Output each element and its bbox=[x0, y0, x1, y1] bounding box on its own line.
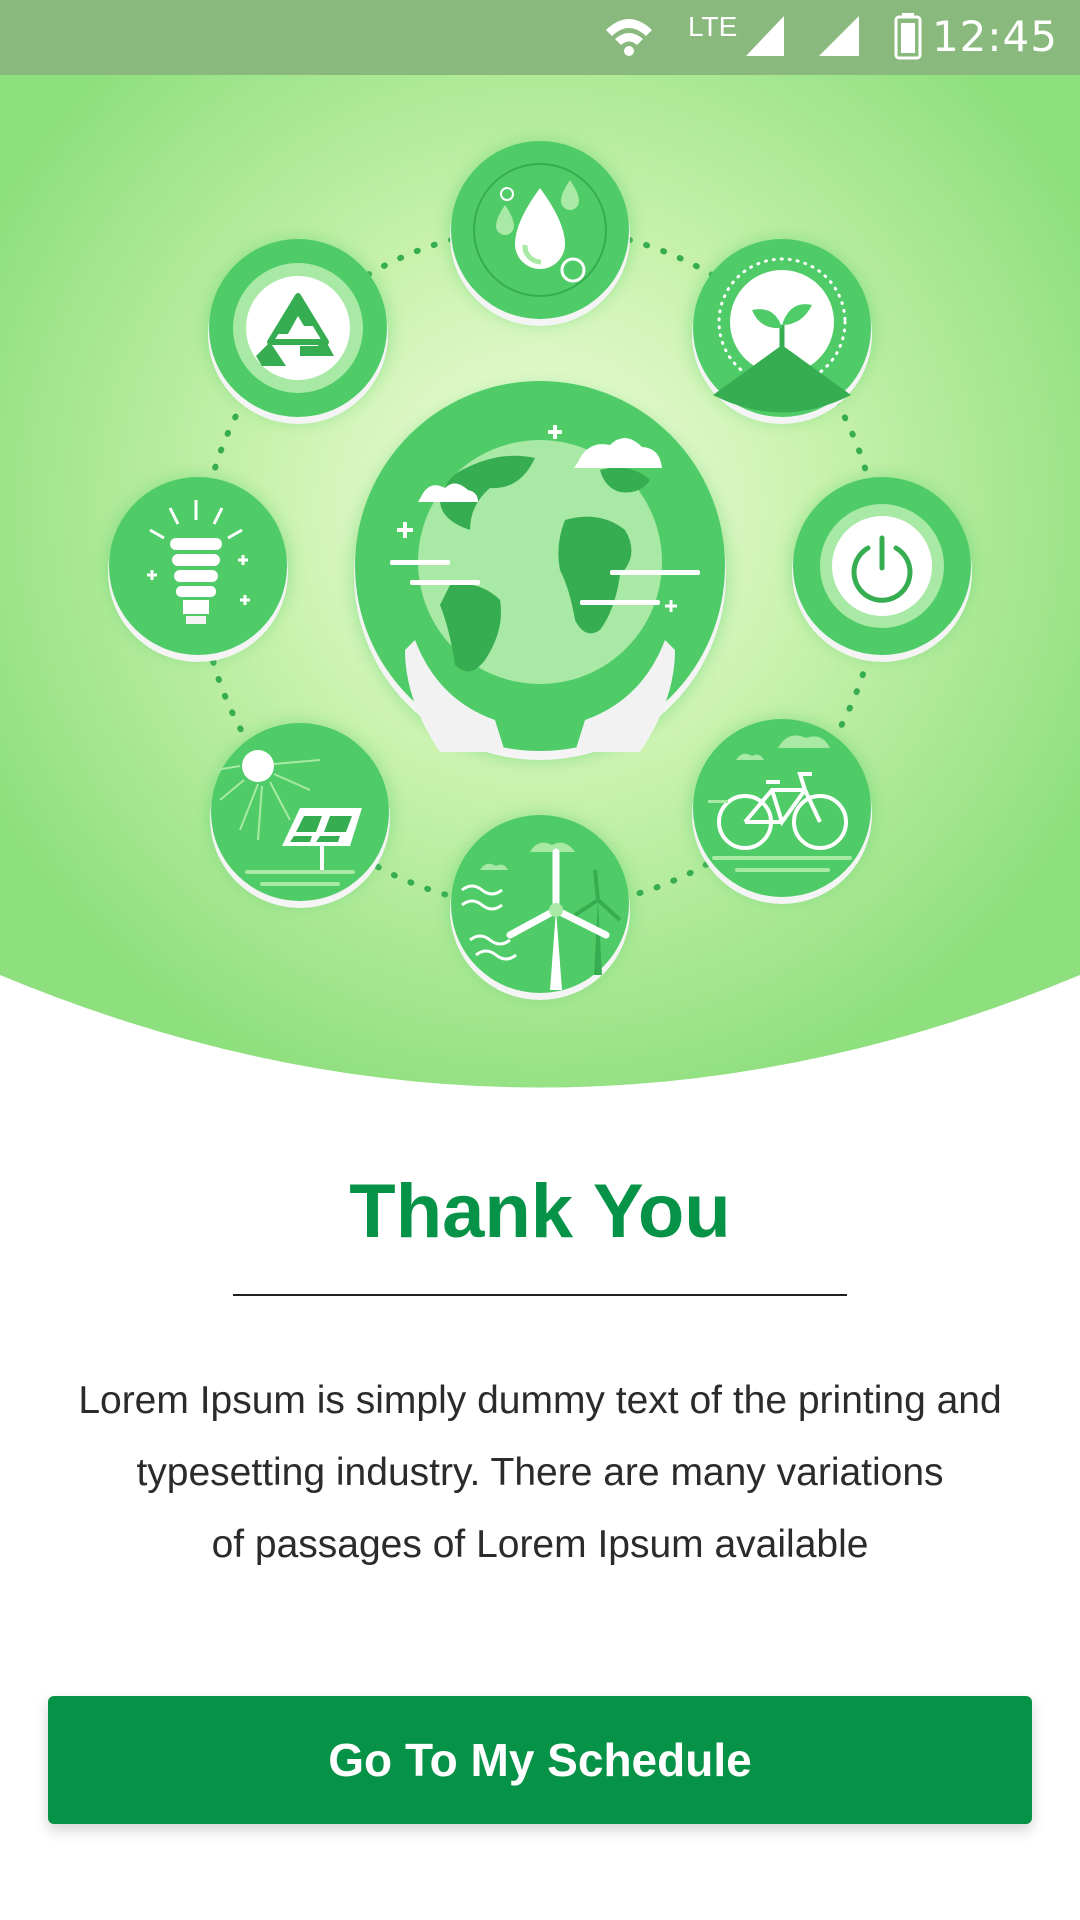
wifi-icon bbox=[606, 19, 652, 56]
clock: 12:45 bbox=[931, 12, 1058, 61]
signal-icon bbox=[746, 16, 784, 56]
recycle-icon bbox=[206, 238, 390, 424]
title-divider bbox=[233, 1294, 847, 1296]
thank-you-screen: LTE 12:45 Thank You Lorem Ipsum is simpl… bbox=[0, 0, 1080, 1920]
go-to-schedule-button[interactable]: Go To My Schedule bbox=[48, 1696, 1032, 1824]
description-line: Lorem Ipsum is simply dummy text of the … bbox=[78, 1379, 1002, 1422]
bicycle-icon bbox=[690, 718, 874, 904]
description-line: typesetting industry. There are many var… bbox=[136, 1451, 944, 1494]
power-icon bbox=[790, 476, 974, 662]
eco-illustration bbox=[0, 75, 1080, 1088]
wind-turbine-icon bbox=[448, 814, 632, 1000]
light-bulb-icon bbox=[106, 476, 290, 662]
signal-icon bbox=[819, 16, 859, 56]
page-title: Thank You bbox=[349, 1169, 731, 1254]
water-drop-icon bbox=[448, 140, 632, 326]
description-text: Lorem Ipsum is simply dummy text of the … bbox=[30, 1365, 1050, 1581]
description-line: of passages of Lorem Ipsum available bbox=[211, 1523, 869, 1566]
sprout-icon bbox=[690, 238, 874, 424]
status-bar: LTE 12:45 bbox=[0, 0, 1080, 75]
solar-panel-icon bbox=[208, 722, 392, 908]
battery-icon bbox=[894, 13, 922, 60]
network-type-label: LTE bbox=[688, 11, 738, 42]
earth-in-hands-icon bbox=[352, 381, 728, 762]
